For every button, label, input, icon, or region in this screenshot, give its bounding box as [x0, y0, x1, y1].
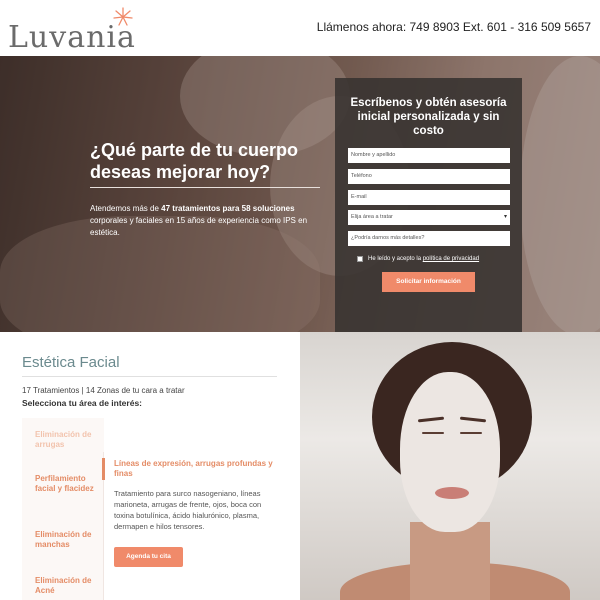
submit-button[interactable]: Solicitar información	[382, 272, 475, 292]
facial-section: Estética Facial 17 Tratamientos | 14 Zon…	[0, 332, 300, 600]
photo-face-mask	[400, 372, 500, 532]
contact-form: Escríbenos y obtén asesoría inicial pers…	[335, 78, 522, 332]
email-field[interactable]: E-mail	[348, 190, 510, 205]
section-divider	[22, 376, 277, 377]
facial-mask-photo	[300, 332, 600, 600]
name-field[interactable]: Nombre y apellido	[348, 148, 510, 163]
hero-banner: ¿Qué parte de tu cuerpo deseas mejorar h…	[0, 56, 600, 332]
consent-text: He leído y acepto la	[368, 256, 423, 262]
photo-neck	[410, 522, 490, 600]
site-header: Luvania Llámenos ahora: 749 8903 Ext. 60…	[0, 0, 600, 56]
photo-eye	[460, 432, 482, 434]
book-appointment-button[interactable]: Agenda tu cita	[114, 547, 183, 567]
area-item-acne[interactable]: Eliminación de Acné	[35, 576, 97, 596]
flower-icon	[113, 7, 133, 26]
active-indicator	[102, 458, 105, 480]
phone-number[interactable]: Llámenos ahora: 749 8903 Ext. 601 - 316 …	[317, 20, 591, 34]
detail-description: Tratamiento para surco nasogeniano, líne…	[114, 489, 262, 531]
hero-description: Atendemos más de 47 tratamientos para 58…	[90, 203, 320, 239]
consent-label: He leído y acepto la política de privaci…	[368, 256, 479, 262]
area-item-contouring[interactable]: Perfilamiento facial y flacidez	[35, 474, 97, 494]
brand-logo[interactable]: Luvania	[8, 6, 148, 55]
hero-title: ¿Qué parte de tu cuerpo deseas mejorar h…	[90, 140, 299, 182]
area-list: Eliminación de arrugas Perfilamiento fac…	[22, 418, 104, 600]
details-field[interactable]: ¿Podría darnos más detalles?	[348, 231, 510, 246]
privacy-consent: He leído y acepto la política de privaci…	[357, 256, 517, 262]
section-title: Estética Facial	[22, 354, 120, 371]
hero-desc-suffix: corporales y faciales en 15 años de expe…	[90, 216, 308, 237]
area-item-wrinkles[interactable]: Eliminación de arrugas	[35, 430, 97, 450]
privacy-policy-link[interactable]: política de privacidad	[423, 256, 479, 262]
form-title: Escríbenos y obtén asesoría inicial pers…	[350, 97, 507, 137]
area-item-spots[interactable]: Eliminación de manchas	[35, 530, 97, 550]
phone-field[interactable]: Teléfono	[348, 169, 510, 184]
photo-eye	[422, 432, 444, 434]
treatments-meta: 17 Tratamientos | 14 Zonas de tu cara a …	[22, 386, 185, 395]
hero-divider	[90, 187, 320, 188]
area-select-value: Elija área a tratar	[351, 214, 393, 220]
area-select[interactable]: Elija área a tratar ▾	[348, 210, 510, 225]
area-prompt: Selecciona tu área de interés:	[22, 398, 142, 408]
hero-desc-highlight: 47 tratamientos para 58 soluciones	[161, 204, 295, 213]
detail-title: Líneas de expresión, arrugas profundas y…	[114, 459, 273, 478]
hero-desc-prefix: Atendemos más de	[90, 204, 162, 213]
chevron-down-icon: ▾	[503, 214, 507, 220]
photo-lips	[435, 487, 469, 499]
consent-checkbox[interactable]	[357, 256, 363, 262]
